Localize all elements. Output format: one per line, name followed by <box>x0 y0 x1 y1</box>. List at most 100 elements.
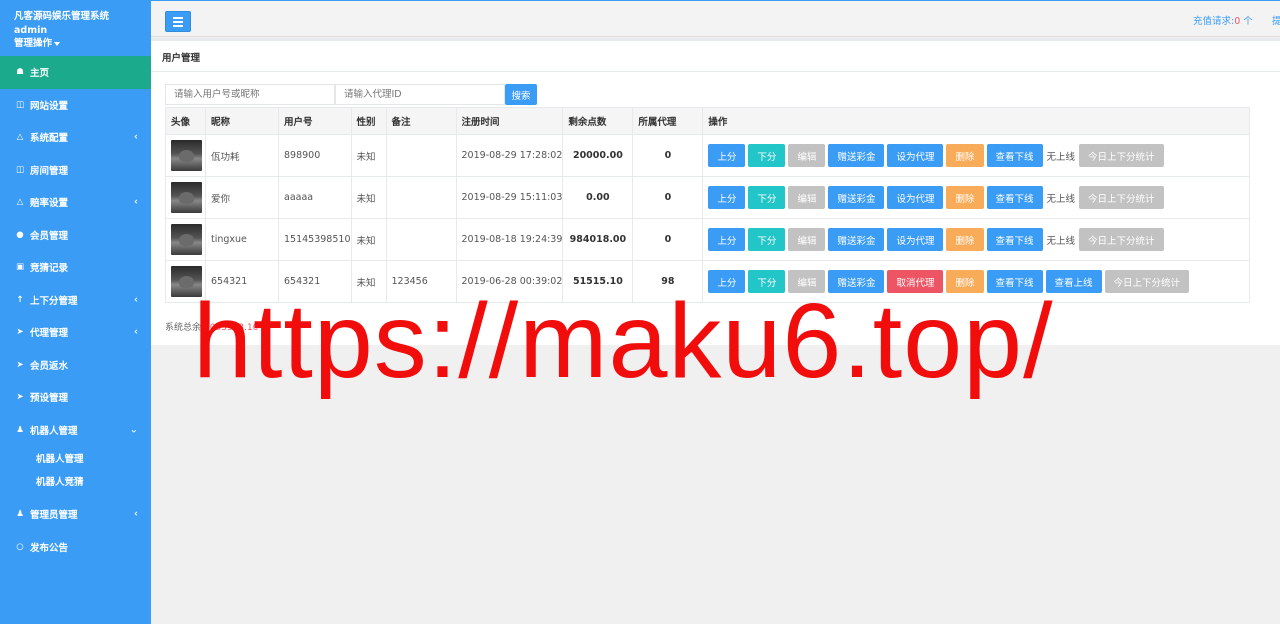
edit-button[interactable]: 编辑 <box>788 144 826 167</box>
sidebar-item-member-rebate[interactable]: ➤ 会员返水 <box>0 349 151 382</box>
sidebar-item-home[interactable]: ☗ 主页 <box>0 56 151 89</box>
sidebar-item-announcement[interactable]: ○ 发布公告 <box>0 531 151 564</box>
col-gender: 性别 <box>350 107 387 135</box>
view-downline-button[interactable]: 查看下线 <box>986 144 1043 167</box>
recharge-label: 充值请求: <box>1193 16 1235 27</box>
sidebar-item-robot-manage[interactable]: ♟ 机器人管理 ⌄ <box>0 414 151 447</box>
search-button[interactable]: 搜索 <box>505 84 537 105</box>
view-downline-button[interactable]: 查看下线 <box>986 228 1043 251</box>
car-icon: ▣ <box>15 262 25 273</box>
daily-stats-button[interactable]: 今日上下分统计 <box>1079 144 1164 167</box>
avatar-cell <box>165 176 206 219</box>
users-table: 头像 昵称 用户号 性别 备注 注册时间 剩余点数 所属代理 操作 佤功耗 89… <box>165 107 1251 303</box>
col-user-id: 用户号 <box>278 107 352 135</box>
sidebar-item-room-manage[interactable]: ◫ 房间管理 <box>0 154 151 187</box>
add-points-button[interactable]: 上分 <box>708 228 746 251</box>
sidebar-item-preset-manage[interactable]: ➤ 预设管理 <box>0 381 151 414</box>
male-icon: ♟ <box>16 509 24 520</box>
recharge-requests-link[interactable]: 充值请求:0 个 <box>1193 13 1253 27</box>
add-points-button[interactable]: 上分 <box>708 144 746 167</box>
sidebar-item-points-manage[interactable]: ↑ 上下分管理 ‹ <box>0 284 151 317</box>
sidebar-item-label: 发布公告 <box>30 542 69 554</box>
gift-bonus-button[interactable]: 赠送彩金 <box>828 228 885 251</box>
user-id-cell: 898900 <box>278 134 352 177</box>
manage-ops-dropdown[interactable]: 管理操作 <box>14 37 151 50</box>
edit-button[interactable]: 编辑 <box>788 228 826 251</box>
sidebar-item-label: 赔率设置 <box>30 198 69 210</box>
sidebar-menu: ☗ 主页 ◫ 网站设置 △ 系统配置 ‹ ◫ 房间管理 △ 赔率设置 ‹ ● 会员管理 ▣ 竞猜记… <box>0 56 151 563</box>
deduct-points-button[interactable]: 下分 <box>748 228 786 251</box>
col-reg-time: 注册时间 <box>455 107 564 135</box>
daily-stats-button[interactable]: 今日上下分统计 <box>1104 270 1190 293</box>
hamburger-icon-bar <box>173 16 183 19</box>
menu-toggle-button[interactable] <box>165 11 191 32</box>
sidebar-item-agent-manage[interactable]: ➤ 代理管理 ‹ <box>0 316 151 349</box>
col-points: 剩余点数 <box>562 107 634 135</box>
topbar-link-cut[interactable]: 提 <box>1272 13 1280 27</box>
robot-submenu: 机器人管理 机器人竞猜 <box>0 446 151 492</box>
male-icon: ♟ <box>16 424 24 435</box>
chevron-left-icon: ‹ <box>133 326 138 338</box>
recharge-unit: 个 <box>1240 16 1253 27</box>
col-nickname: 昵称 <box>205 107 279 135</box>
points-cell: 984018.00 <box>562 218 634 261</box>
gift-bonus-button[interactable]: 赠送彩金 <box>828 186 885 209</box>
set-agent-button[interactable]: 设为代理 <box>887 144 944 167</box>
add-points-button[interactable]: 上分 <box>708 186 746 209</box>
flask-icon: △ <box>16 132 24 143</box>
sidebar-subitem-robot-manage[interactable]: 机器人管理 <box>0 446 151 469</box>
sidebar-item-system-config[interactable]: △ 系统配置 ‹ <box>0 121 151 154</box>
admin-username[interactable]: admin <box>14 24 151 37</box>
page-title: 用户管理 <box>151 41 1280 72</box>
avatar <box>171 140 202 171</box>
chevron-left-icon: ‹ <box>133 196 138 208</box>
home-icon: ☗ <box>16 67 24 78</box>
delete-button[interactable]: 删除 <box>946 228 984 251</box>
sidebar: 凡客源码娱乐管理系统 admin 管理操作 ☗ 主页 ◫ 网站设置 △ 系统配置 ‹ ◫… <box>0 0 151 624</box>
gift-bonus-button[interactable]: 赠送彩金 <box>828 144 885 167</box>
sidebar-item-bet-records[interactable]: ▣ 竞猜记录 <box>0 251 151 284</box>
view-upline-button[interactable]: 查看上线 <box>1045 270 1102 293</box>
user-icon: ● <box>16 229 24 240</box>
sidebar-item-label: 上下分管理 <box>30 295 78 307</box>
reg-time-cell: 2019-08-18 19:24:39 <box>455 218 564 261</box>
gender-cell: 未知 <box>350 218 387 261</box>
avatar <box>171 224 202 255</box>
sidebar-subitem-robot-bet[interactable]: 机器人竞猜 <box>0 469 151 492</box>
edit-button[interactable]: 编辑 <box>788 186 826 209</box>
sidebar-item-site-settings[interactable]: ◫ 网站设置 <box>0 89 151 122</box>
col-agent: 所属代理 <box>632 107 704 135</box>
sidebar-item-odds-settings[interactable]: △ 赔率设置 ‹ <box>0 186 151 219</box>
col-avatar: 头像 <box>165 107 206 135</box>
avatar <box>171 182 202 213</box>
deduct-points-button[interactable]: 下分 <box>748 186 786 209</box>
daily-stats-button[interactable]: 今日上下分统计 <box>1079 228 1164 251</box>
columns-icon: ◫ <box>15 164 25 175</box>
app-title: 凡客源码娱乐管理系统 <box>14 11 110 22</box>
user-search-input[interactable] <box>165 84 335 105</box>
sidebar-item-member-manage[interactable]: ● 会员管理 <box>0 219 151 252</box>
agent-id-search-input[interactable] <box>335 84 505 105</box>
sidebar-item-label: 竞猜记录 <box>30 263 69 275</box>
set-agent-button[interactable]: 设为代理 <box>887 228 944 251</box>
note-cell <box>385 134 457 177</box>
sidebar-item-label: 管理员管理 <box>30 510 78 522</box>
sidebar-item-label: 主页 <box>30 68 50 80</box>
hamburger-icon-bar <box>173 24 183 27</box>
gender-cell: 未知 <box>350 176 387 219</box>
sidebar-item-label: 网站设置 <box>30 100 69 112</box>
sidebar-item-admin-manage[interactable]: ♟ 管理员管理 ‹ <box>0 498 151 531</box>
daily-stats-button[interactable]: 今日上下分统计 <box>1079 186 1164 209</box>
set-agent-button[interactable]: 设为代理 <box>887 186 944 209</box>
actions-cell: 上分 下分 编辑 赠送彩金 设为代理 删除 查看下线 无上线 今日上下分统计 <box>702 176 1251 219</box>
watermark-url: https://maku6.top/ <box>193 282 1054 400</box>
deduct-points-button[interactable]: 下分 <box>748 144 786 167</box>
delete-button[interactable]: 删除 <box>946 144 984 167</box>
paper-plane-icon: ➤ <box>16 392 24 403</box>
view-downline-button[interactable]: 查看下线 <box>986 186 1043 209</box>
nickname-cell: 佤功耗 <box>205 134 279 177</box>
delete-button[interactable]: 删除 <box>946 186 984 209</box>
gender-cell: 未知 <box>350 134 387 177</box>
reg-time-cell: 2019-08-29 15:11:03 <box>455 176 564 219</box>
comment-icon: ○ <box>16 541 24 552</box>
